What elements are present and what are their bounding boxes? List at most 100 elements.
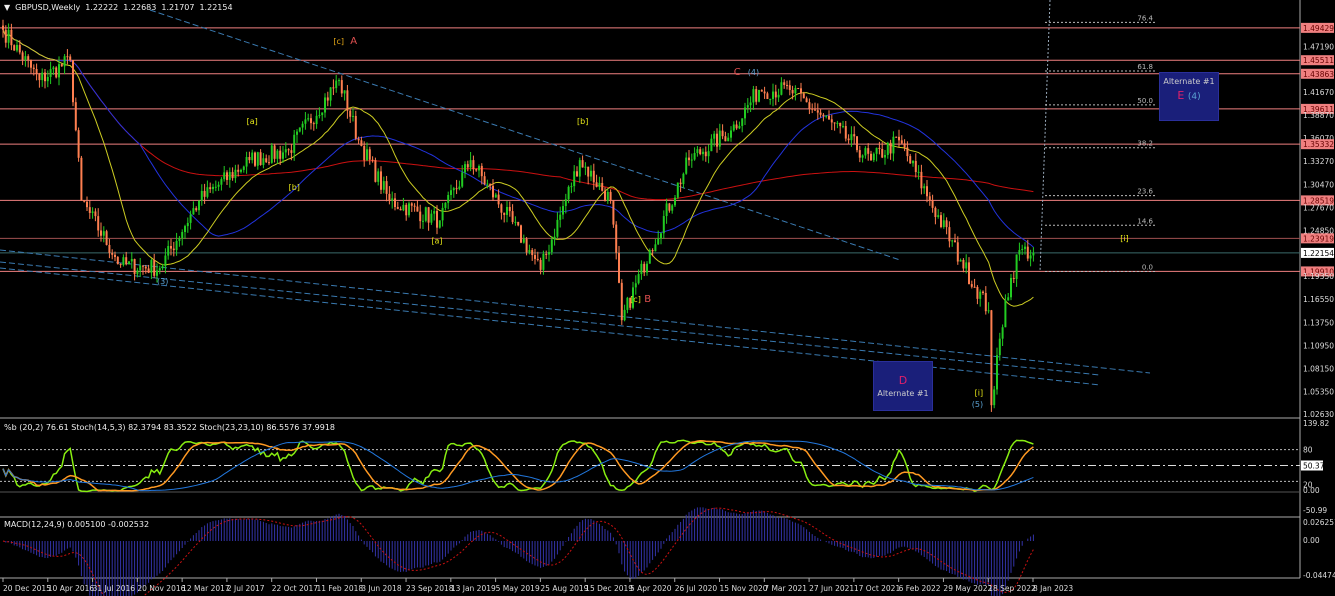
price-chart[interactable]: 76.4 61.8 50.0 38.2 23.6 14.6 0.0 [c] A C (4) [a] [b… <box>0 0 1335 596</box>
candle <box>13 44 16 51</box>
wave-label: [b] <box>577 117 588 126</box>
candle <box>424 206 427 223</box>
time-axis-label: 2 Jul 2017 <box>227 584 265 593</box>
wave-label: (4) <box>748 68 759 77</box>
time-axis-label: 11 Feb 2018 <box>316 584 363 593</box>
low-value: 1.21707 <box>161 3 195 12</box>
macd-axis-label: 0.00 <box>1303 536 1320 545</box>
time-axis-label: 17 Oct 2021 <box>854 584 901 593</box>
fib-level-label: 23.6 <box>1137 188 1153 196</box>
price-axis-label: 1.43863 <box>1303 70 1334 79</box>
fib-level-label: 38.2 <box>1137 140 1153 148</box>
price-axis-label: 1.30470 <box>1303 180 1334 189</box>
price-axis-label: 1.16550 <box>1303 295 1334 304</box>
time-axis-label: 5 May 2019 <box>496 584 540 593</box>
time-axis-label: 12 Mar 2017 <box>182 584 230 593</box>
wave-e-label: E <box>1177 89 1185 102</box>
candle <box>648 248 651 264</box>
candle <box>116 256 119 265</box>
fib-level-label: 61.8 <box>1137 63 1153 71</box>
time-axis-label: 15 Nov 2020 <box>720 584 768 593</box>
wave-label: B <box>644 294 651 305</box>
macd-panel-label: MACD(12,24,9) 0.005100 -0.002532 <box>4 520 150 529</box>
symbol-label: GBPUSD,Weekly <box>15 3 81 12</box>
wave-label: C <box>734 67 741 78</box>
price-axis-label: 1.49429 <box>1303 24 1334 33</box>
time-axis-label: 29 May 2022 <box>943 584 992 593</box>
alternate-title: Alternate #1 <box>1163 77 1215 86</box>
alternate-title: Alternate #1 <box>877 389 929 398</box>
time-axis-label: 25 Aug 2019 <box>540 584 588 593</box>
time-axis-label: 20 Nov 2016 <box>137 584 185 593</box>
wave-d-label: D <box>898 374 908 387</box>
price-axis-label: 1.22154 <box>1303 249 1334 258</box>
candle <box>270 142 273 164</box>
time-axis-label: 20 Dec 2015 <box>3 584 51 593</box>
fib-level-label: 0.0 <box>1142 264 1153 272</box>
wave-label: [a] <box>431 236 442 245</box>
price-axis-label: 1.38870 <box>1303 111 1334 120</box>
alternate-d-box: D Alternate #1 <box>873 361 933 411</box>
time-axis-label: 18 Sep 2022 <box>988 584 1036 593</box>
candle <box>55 66 58 79</box>
stoch-axis-label: 50.37 <box>1303 462 1325 471</box>
macd-axis-label: -0.044743 <box>1303 571 1335 580</box>
open-value: 1.22222 <box>85 3 119 12</box>
fib-level-label: 76.4 <box>1137 14 1153 22</box>
price-axis-label: 1.35332 <box>1303 140 1334 149</box>
candle <box>254 151 256 168</box>
time-axis-label: 26 Jul 2020 <box>675 584 718 593</box>
candle <box>77 127 80 162</box>
time-axis-label: 15 Dec 2019 <box>585 584 633 593</box>
wave-label: [i] <box>975 388 983 397</box>
fib-level-label: 50.0 <box>1137 97 1153 105</box>
price-axis-label: 1.02630 <box>1303 410 1334 419</box>
price-axis-label: 1.41670 <box>1303 88 1334 97</box>
stoch-axis-label: -50.99 <box>1303 506 1327 515</box>
candle <box>797 87 800 90</box>
stoch-panel-label: %b (20,2) 76.61 Stoch(14,5,3) 82.3794 83… <box>4 423 336 432</box>
wave-label: [i] <box>1120 234 1128 243</box>
price-axis-label: 1.13750 <box>1303 318 1334 327</box>
time-axis-label: 31 Jul 2016 <box>93 584 136 593</box>
wave-label: [a] <box>247 117 258 126</box>
wave-label: [c] <box>630 295 641 304</box>
time-axis-label: 10 Apr 2016 <box>48 584 95 593</box>
time-axis-label: 27 Jun 2021 <box>809 584 854 593</box>
price-axis-label: 1.08150 <box>1303 364 1334 373</box>
candle <box>758 89 760 103</box>
time-axis-label: 22 Oct 2017 <box>272 584 319 593</box>
time-axis-label: 8 Jan 2023 <box>1033 584 1073 593</box>
wave-degree-label: (4) <box>1187 92 1201 102</box>
price-axis-label: 1.33270 <box>1303 157 1334 166</box>
candle <box>72 60 74 107</box>
stoch-axis-label: 20 <box>1303 480 1313 489</box>
candle <box>438 220 441 229</box>
candle <box>620 279 623 325</box>
stoch-axis-label: 80 <box>1303 446 1313 455</box>
wave-label: (5) <box>972 400 983 409</box>
candle <box>80 155 83 202</box>
alternate-e-box: Alternate #1 E (4) <box>1159 72 1219 121</box>
macd-axis-label: 0.026251 <box>1303 518 1335 527</box>
high-value: 1.22683 <box>123 3 157 12</box>
price-axis-label: 1.45511 <box>1303 56 1334 65</box>
candle <box>520 224 522 244</box>
candle <box>612 200 615 228</box>
time-axis-label: 6 Feb 2022 <box>899 584 941 593</box>
time-axis-label: 3 Jun 2018 <box>361 584 402 593</box>
collapse-icon[interactable]: ▼ <box>4 3 10 12</box>
wave-label: [b] <box>289 183 300 192</box>
plot-background <box>0 0 1300 578</box>
candle <box>128 261 130 265</box>
candle <box>105 229 108 246</box>
time-axis-label: 7 Mar 2021 <box>764 584 807 593</box>
price-axis-label: 1.23919 <box>1303 234 1334 243</box>
stoch-axis-label: 139.82 <box>1303 419 1329 428</box>
price-axis-label: 1.10950 <box>1303 341 1334 350</box>
wave-label: (3) <box>157 277 168 286</box>
price-axis-label: 1.47190 <box>1303 42 1334 51</box>
candle <box>990 309 993 412</box>
wave-label: [c] <box>333 37 344 46</box>
time-axis-label: 23 Sep 2018 <box>406 584 454 593</box>
